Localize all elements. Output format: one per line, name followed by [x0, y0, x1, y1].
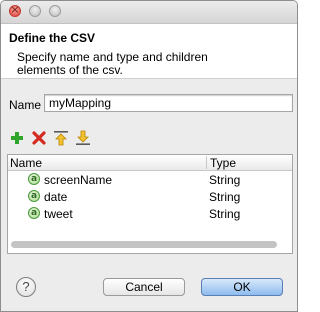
maximize-window-icon[interactable]	[49, 5, 61, 17]
close-window-icon[interactable]	[9, 3, 21, 17]
row-name: screenName	[44, 173, 113, 187]
move-down-icon[interactable]	[75, 130, 91, 146]
add-icon[interactable]	[9, 130, 25, 146]
column-header-type[interactable]: Type	[210, 156, 236, 170]
dialog-description: Specify name and type and children eleme…	[17, 50, 208, 77]
row-type: String	[209, 190, 241, 204]
row-name: date	[44, 190, 68, 204]
horizontal-scrollbar[interactable]	[11, 241, 277, 248]
table-row[interactable]: a tweet String	[8, 206, 292, 223]
table-row[interactable]: a screenName String	[8, 172, 292, 189]
minimize-window-icon[interactable]	[29, 5, 41, 17]
dialog-window: Define the CSV Specify name and type and…	[0, 0, 298, 312]
dialog-title: Define the CSV	[9, 31, 96, 45]
attribute-icon: a	[28, 207, 40, 219]
attribute-icon: a	[28, 173, 40, 185]
row-type: String	[209, 173, 241, 187]
table-row[interactable]: a date String	[8, 189, 292, 206]
elements-table: Name Type a screenName String a date Str…	[7, 154, 293, 254]
move-up-icon[interactable]	[53, 130, 69, 146]
row-name: tweet	[44, 207, 73, 221]
ok-button[interactable]: OK	[201, 278, 283, 296]
table-header: Name Type	[8, 155, 292, 171]
name-label: Name	[9, 98, 42, 112]
dialog-header: Define the CSV Specify name and type and…	[1, 24, 297, 79]
column-header-name[interactable]: Name	[10, 156, 42, 170]
name-input[interactable]	[44, 94, 293, 112]
help-icon[interactable]: ?	[16, 277, 36, 297]
cancel-button[interactable]: Cancel	[103, 278, 185, 296]
delete-icon[interactable]	[31, 130, 47, 146]
row-type: String	[209, 207, 241, 221]
title-bar	[1, 1, 297, 24]
column-divider	[206, 156, 207, 169]
attribute-icon: a	[28, 190, 40, 202]
